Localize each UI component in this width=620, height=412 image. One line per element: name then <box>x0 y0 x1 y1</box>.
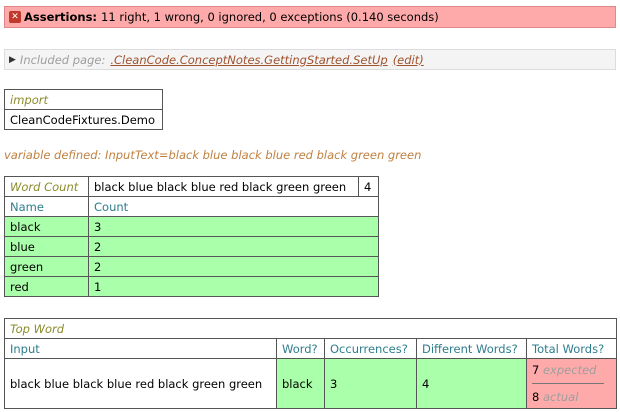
actual-value: 8 <box>532 390 540 404</box>
expand-triangle-icon[interactable]: ▶ <box>9 55 16 65</box>
row-occurrences: 3 <box>324 358 417 409</box>
top-word-table: Top Word Input Word? Occurrences? Differ… <box>4 318 617 409</box>
word-count-title: Word Count <box>4 176 89 197</box>
included-page-bar[interactable]: ▶ Included page: .CleanCode.ConceptNotes… <box>4 49 616 70</box>
included-page-link[interactable]: .CleanCode.ConceptNotes.GettingStarted.S… <box>110 53 387 67</box>
row-name: blue <box>4 236 89 257</box>
header-input: Input <box>4 338 277 359</box>
header-occurrences: Occurrences? <box>324 338 417 359</box>
import-title: import <box>4 89 163 110</box>
row-name: red <box>4 276 89 297</box>
table-row: black blue black blue red black green gr… <box>4 358 617 409</box>
word-count-count: 4 <box>358 176 379 197</box>
assertions-bar: ✕ Assertions: 11 right, 1 wrong, 0 ignor… <box>4 6 616 28</box>
variable-defined: variable defined: InputText=black blue b… <box>4 148 422 162</box>
row-count: 1 <box>88 276 379 297</box>
expected-actual-divider <box>532 383 604 384</box>
included-page-label: Included page: <box>19 52 106 67</box>
expected-value: 7 <box>532 363 540 377</box>
header-name: Name <box>4 196 89 217</box>
top-word-title: Top Word <box>4 318 617 339</box>
table-row: blue 2 <box>4 236 379 257</box>
row-different-words: 4 <box>416 358 527 409</box>
header-word: Word? <box>276 338 325 359</box>
row-word: black <box>276 358 325 409</box>
row-input: black blue black blue red black green gr… <box>4 358 277 409</box>
test-page: ✕ Assertions: 11 right, 1 wrong, 0 ignor… <box>0 0 620 412</box>
assertions-label: Assertions: <box>24 10 98 24</box>
row-name: black <box>4 216 89 237</box>
table-row: black 3 <box>4 216 379 237</box>
actual-label: actual <box>542 390 579 404</box>
error-icon: ✕ <box>9 11 21 23</box>
row-total-words: 7 expected 8 actual <box>526 358 617 409</box>
actual-line: 8 actual <box>532 390 611 404</box>
row-count: 2 <box>88 236 379 257</box>
header-different-words: Different Words? <box>416 338 527 359</box>
table-row: green 2 <box>4 256 379 277</box>
table-row: red 1 <box>4 276 379 297</box>
header-count: Count <box>88 196 379 217</box>
expected-label: expected <box>542 363 597 377</box>
header-total-words: Total Words? <box>526 338 617 359</box>
assertions-summary: 11 right, 1 wrong, 0 ignored, 0 exceptio… <box>101 10 439 24</box>
expected-line: 7 expected <box>532 363 611 377</box>
import-table: import CleanCodeFixtures.Demo <box>4 89 163 130</box>
row-count: 3 <box>88 216 379 237</box>
edit-link[interactable]: (edit) <box>393 53 424 67</box>
row-name: green <box>4 256 89 277</box>
import-value: CleanCodeFixtures.Demo <box>4 109 163 130</box>
word-count-table: Word Count black blue black blue red bla… <box>4 176 379 297</box>
word-count-input: black blue black blue red black green gr… <box>88 176 359 197</box>
row-count: 2 <box>88 256 379 277</box>
